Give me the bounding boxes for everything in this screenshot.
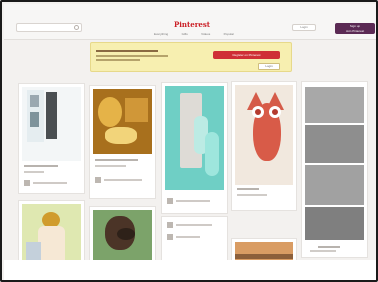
nav-popular[interactable]: Popular [224, 32, 234, 36]
user-avatar[interactable] [167, 198, 173, 204]
pin-image [305, 207, 364, 240]
banner-title-placeholder [96, 50, 158, 52]
search-icon [74, 25, 79, 30]
pin-user-placeholder [176, 236, 200, 238]
pin-caption-placeholder [95, 159, 138, 161]
pin-image [93, 89, 152, 154]
pin-caption-placeholder [24, 165, 58, 167]
pin-image [305, 87, 364, 123]
pin-meta-placeholder [95, 165, 126, 167]
pin-card[interactable] [162, 83, 227, 213]
pin-image [93, 210, 152, 263]
user-avatar[interactable] [167, 234, 173, 240]
login-button[interactable]: Login [292, 24, 316, 31]
pin-image [22, 87, 81, 161]
pin-card[interactable] [232, 82, 296, 210]
signup-button[interactable]: Sign up Join Pinterest [335, 23, 375, 34]
register-button[interactable]: Register on Pinterest [213, 51, 280, 59]
banner-text-placeholder [96, 59, 140, 61]
signup-sub-label: Join Pinterest [345, 29, 365, 33]
user-avatar[interactable] [167, 222, 173, 228]
pin-card[interactable] [302, 82, 367, 257]
pin-card[interactable] [90, 86, 155, 198]
owl-eye [252, 106, 264, 118]
bottom-panel [4, 260, 376, 280]
pin-image [305, 125, 364, 163]
pin-caption-placeholder [237, 188, 259, 190]
owl-eye [269, 106, 281, 118]
pin-user-placeholder [33, 182, 67, 184]
nav-videos[interactable]: Videos [201, 32, 210, 36]
pin-meta-placeholder [24, 171, 44, 173]
banner-text-placeholder [96, 55, 168, 57]
pinterest-screenshot-frame: Pinterest Everything Gifts Videos Popula… [0, 0, 378, 282]
pin-card[interactable] [19, 84, 84, 193]
pin-user-placeholder [176, 224, 212, 226]
main-navigation: Everything Gifts Videos Popular [154, 32, 234, 36]
nav-gifts[interactable]: Gifts [182, 32, 188, 36]
pin-image [235, 85, 293, 185]
top-bar: Pinterest Everything Gifts Videos Popula… [4, 4, 376, 40]
pin-meta-placeholder [310, 250, 336, 252]
user-avatar[interactable] [95, 177, 101, 183]
user-avatar[interactable] [24, 180, 30, 186]
nav-everything[interactable]: Everything [154, 32, 168, 36]
promo-banner: Register on Pinterest Login [90, 42, 292, 72]
pin-caption-placeholder [318, 246, 340, 248]
pin-image [165, 86, 224, 190]
banner-login-button[interactable]: Login [258, 63, 280, 70]
pin-user-placeholder [176, 200, 210, 202]
pin-meta-placeholder [237, 194, 267, 196]
pin-image [305, 165, 364, 205]
pin-user-placeholder [104, 179, 142, 181]
pinterest-logo: Pinterest [174, 20, 211, 29]
phone-image [46, 92, 57, 139]
search-input[interactable] [16, 23, 82, 32]
